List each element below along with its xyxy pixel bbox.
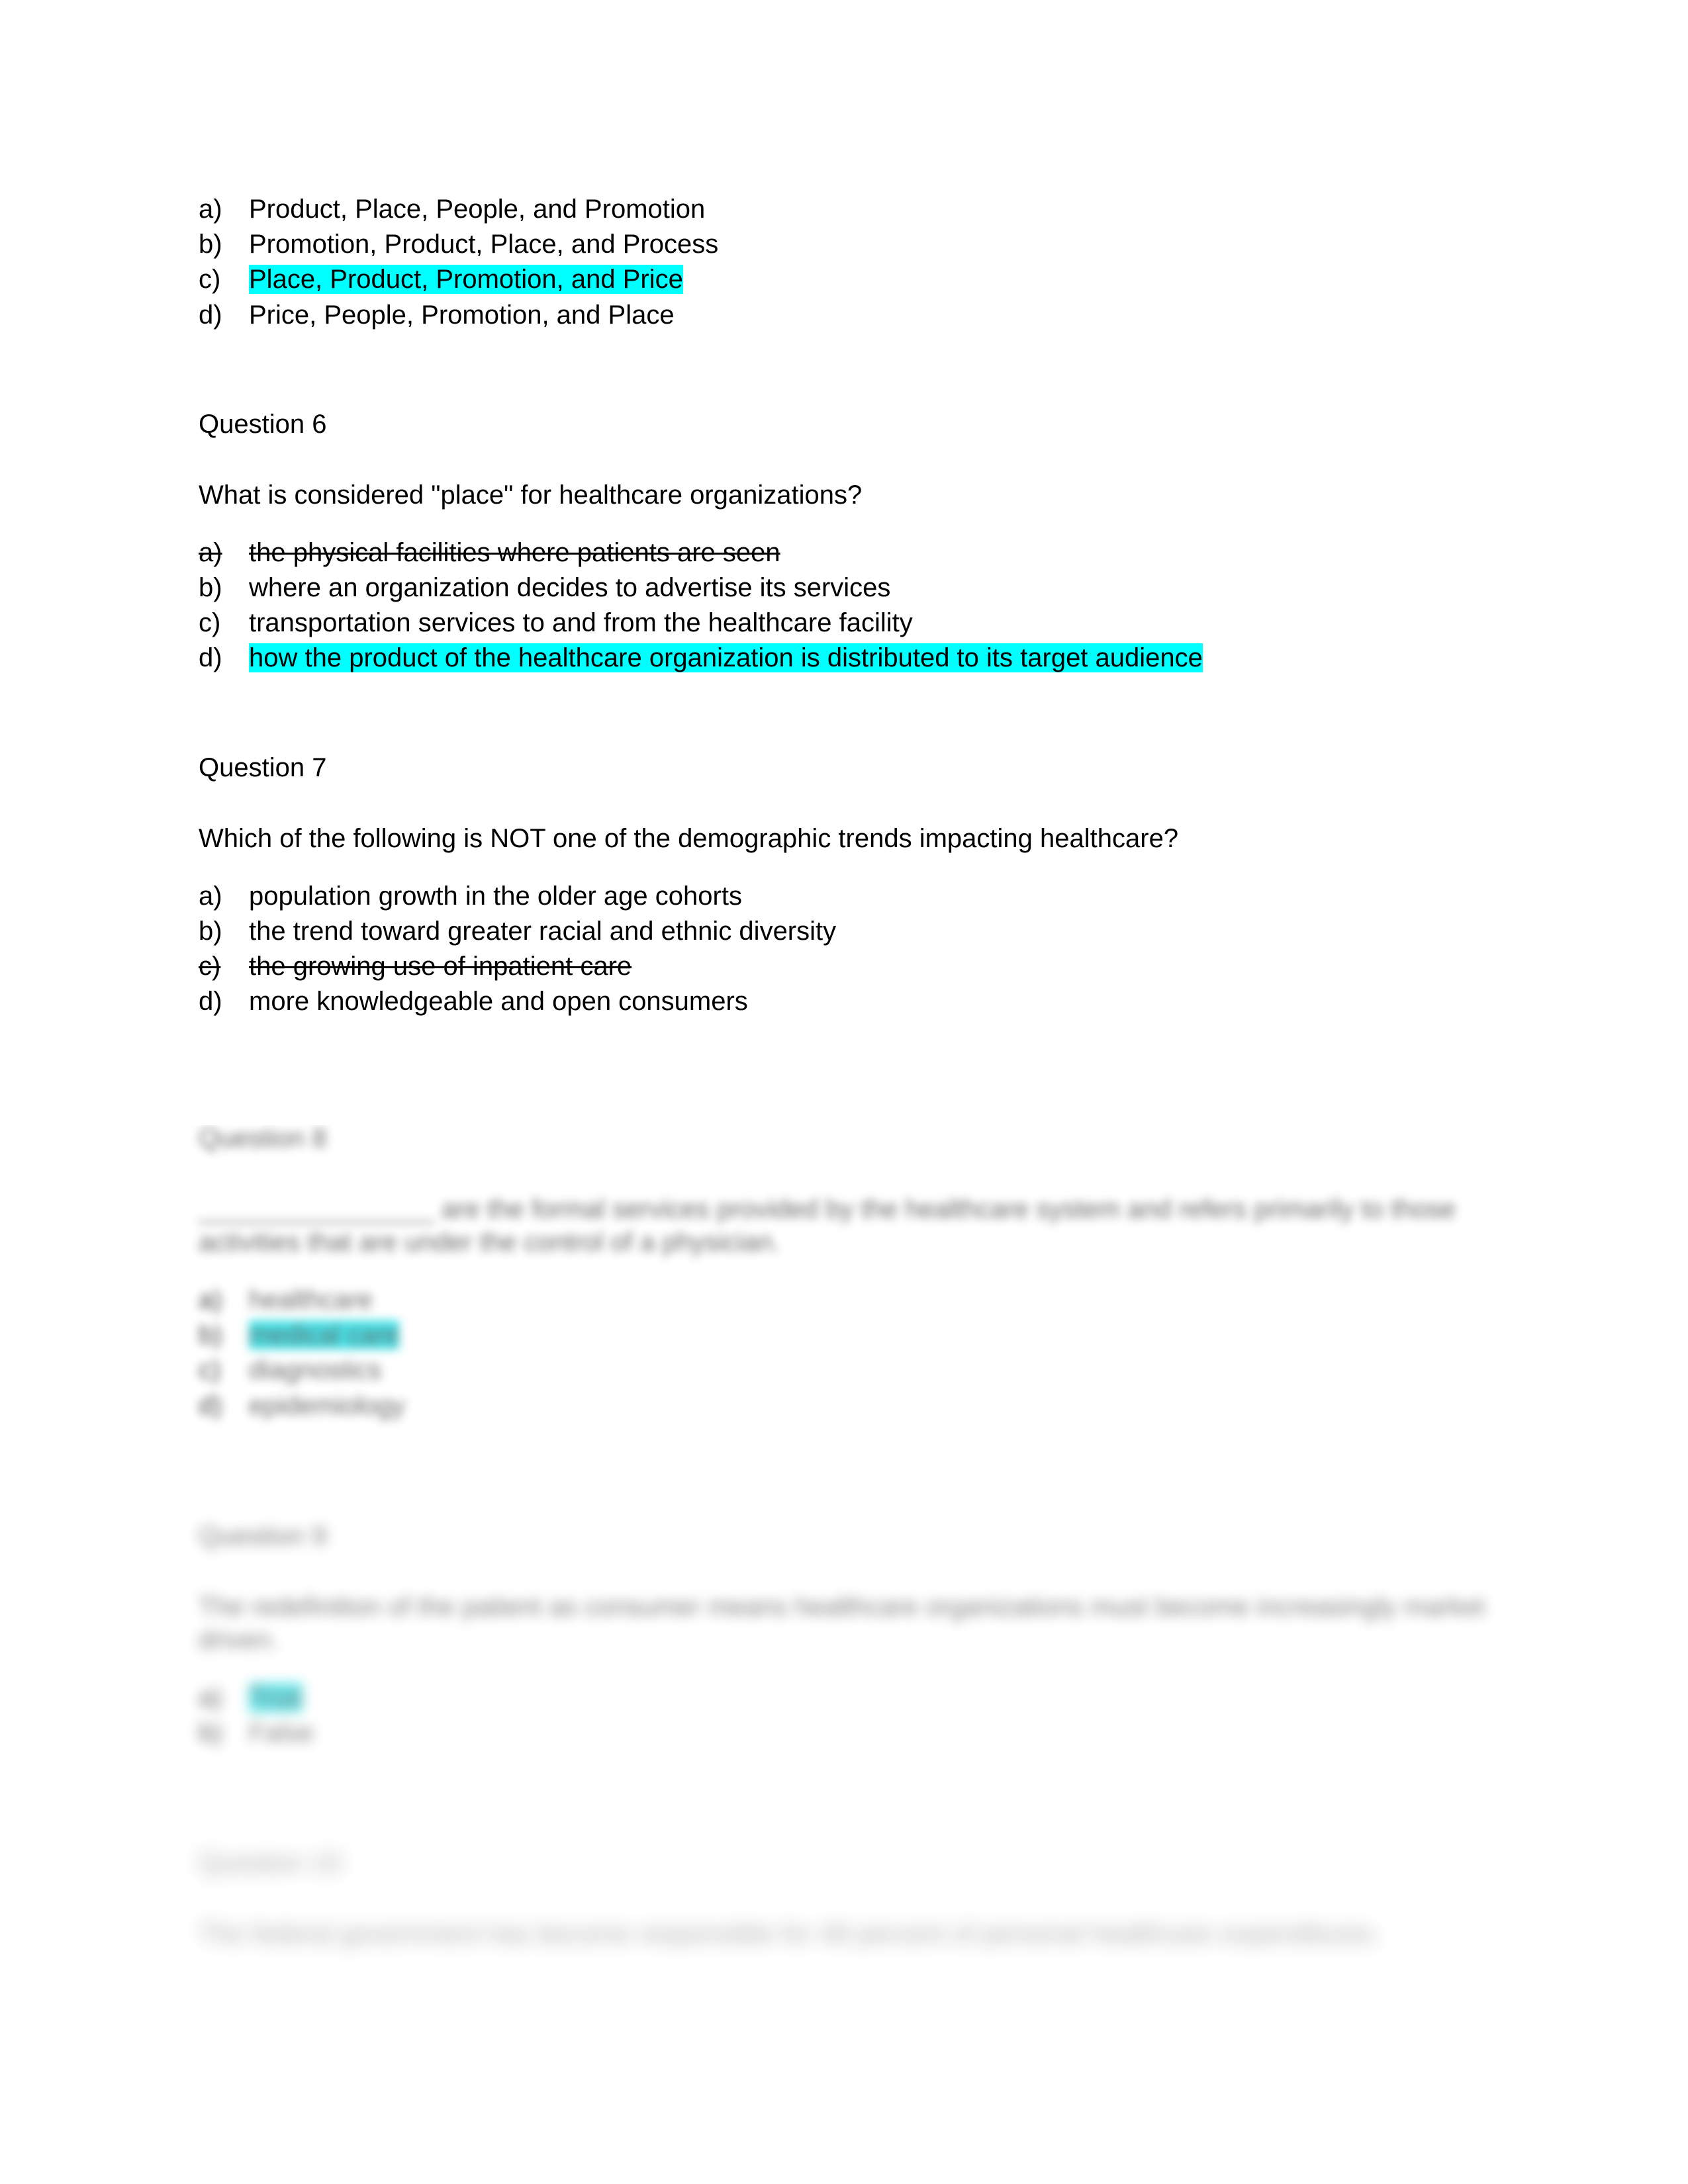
answer-option[interactable]: c) diagnostics <box>199 1353 1496 1388</box>
blurred-preview-region: Question 8 ________________ are the form… <box>0 1125 1688 2184</box>
question-8-heading: Question 8 <box>199 1125 327 1153</box>
option-marker: a) <box>199 1682 222 1712</box>
answer-option[interactable]: d) how the product of the healthcare org… <box>199 641 1496 676</box>
document-content: a) Product, Place, People, and Promotion… <box>199 192 1496 1019</box>
question-10-heading: Question 10 <box>199 1848 342 1878</box>
option-text: Product, Place, People, and Promotion <box>249 195 706 224</box>
option-marker: d) <box>199 643 222 673</box>
question-7-stem: Which of the following is NOT one of the… <box>199 823 1179 853</box>
answer-option[interactable]: b) the trend toward greater racial and e… <box>199 914 1496 949</box>
option-text-highlighted: True <box>249 1682 303 1712</box>
answer-option[interactable]: d) epidemiology <box>199 1388 1496 1424</box>
answer-option[interactable]: b) False <box>199 1715 1496 1751</box>
option-text: the growing use of inpatient care <box>249 951 632 981</box>
option-marker: a) <box>199 537 222 567</box>
answer-option[interactable]: a) True <box>199 1680 1496 1715</box>
option-marker: b) <box>199 1320 222 1350</box>
answer-option[interactable]: c) Place, Product, Promotion, and Price <box>199 262 1496 297</box>
option-marker: b) <box>199 916 222 946</box>
option-text: where an organization decides to adverti… <box>249 572 891 602</box>
option-text: Promotion, Product, Place, and Process <box>249 230 719 259</box>
answer-option[interactable]: c) transportation services to and from t… <box>199 606 1496 641</box>
answer-option[interactable]: b) medical care <box>199 1318 1496 1353</box>
option-text: population growth in the older age cohor… <box>249 881 742 911</box>
option-text: False <box>249 1717 314 1747</box>
option-text: Price, People, Promotion, and Place <box>249 300 675 330</box>
question-8-stem: ________________ are the formal services… <box>199 1195 1463 1257</box>
option-text: epidemiology <box>249 1390 405 1420</box>
question-5-answer-list: a) Product, Place, People, and Promotion… <box>199 192 1496 333</box>
question-6-heading: Question 6 <box>199 409 327 439</box>
option-marker: a) <box>199 1285 222 1314</box>
option-marker: c) <box>199 1355 221 1385</box>
blurred-content: Question 8 ________________ are the form… <box>199 1125 1496 1950</box>
question-9-block: Question 9 The redefinition of the patie… <box>199 1523 1496 1751</box>
question-10-block: Question 10 The federal government has b… <box>199 1850 1496 1950</box>
question-9-stem: The redefinition of the patient as consu… <box>199 1592 1493 1655</box>
question-9-answer-list: a) True b) False <box>199 1680 1496 1751</box>
option-text-highlighted: how the product of the healthcare organi… <box>249 643 1203 673</box>
question-10-stem: The federal government has become respon… <box>199 1919 1381 1949</box>
option-text: the trend toward greater racial and ethn… <box>249 916 837 946</box>
answer-option[interactable]: a) the physical facilities where patient… <box>199 535 1496 570</box>
option-text-highlighted: medical care <box>249 1320 399 1350</box>
answer-option[interactable]: c) the growing use of inpatient care <box>199 949 1496 984</box>
option-marker: c) <box>199 265 221 295</box>
answer-option[interactable]: d) more knowledgeable and open consumers <box>199 984 1496 1019</box>
option-marker: b) <box>199 230 222 259</box>
answer-option[interactable]: a) healthcare <box>199 1283 1496 1318</box>
answer-option[interactable]: a) population growth in the older age co… <box>199 879 1496 914</box>
option-marker: a) <box>199 195 222 224</box>
question-7-answer-list: a) population growth in the older age co… <box>199 879 1496 1020</box>
option-marker: c) <box>199 608 221 638</box>
answer-option[interactable]: a) Product, Place, People, and Promotion <box>199 192 1496 227</box>
option-marker: b) <box>199 572 222 602</box>
answer-option[interactable]: b) where an organization decides to adve… <box>199 570 1496 606</box>
option-marker: b) <box>199 1717 222 1747</box>
option-marker: a) <box>199 881 222 911</box>
option-marker: d) <box>199 987 222 1017</box>
option-text: transportation services to and from the … <box>249 608 913 638</box>
question-9-heading: Question 9 <box>199 1521 327 1551</box>
question-8-answer-list: a) healthcare b) medical care c) diagnos… <box>199 1283 1496 1424</box>
question-8-block: Question 8 ________________ are the form… <box>199 1125 1496 1424</box>
option-marker: c) <box>199 951 221 981</box>
answer-option[interactable]: b) Promotion, Product, Place, and Proces… <box>199 227 1496 262</box>
option-text: the physical facilities where patients a… <box>249 537 780 567</box>
option-text: more knowledgeable and open consumers <box>249 987 748 1017</box>
option-text: healthcare <box>249 1285 373 1314</box>
option-marker: d) <box>199 1390 222 1420</box>
option-text-highlighted: Place, Product, Promotion, and Price <box>249 265 683 295</box>
option-text: diagnostics <box>249 1355 382 1385</box>
question-7-heading: Question 7 <box>199 752 327 782</box>
document-page: a) Product, Place, People, and Promotion… <box>0 0 1688 2184</box>
question-6-stem: What is considered "place" for healthcar… <box>199 480 863 510</box>
option-marker: d) <box>199 300 222 330</box>
answer-option[interactable]: d) Price, People, Promotion, and Place <box>199 298 1496 333</box>
question-6-answer-list: a) the physical facilities where patient… <box>199 535 1496 676</box>
